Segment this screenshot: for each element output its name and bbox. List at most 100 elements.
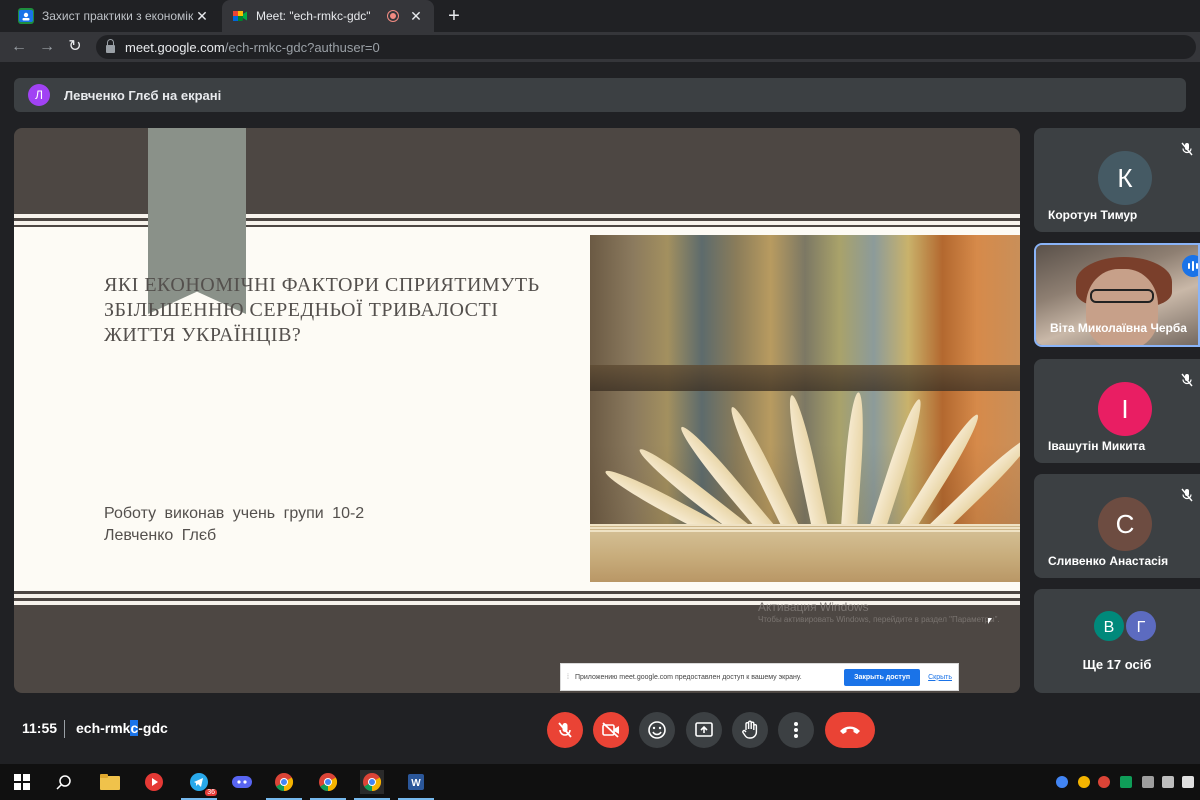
participant-tile[interactable]: С Сливенко Анастасія [1034,474,1200,578]
chrome-icon[interactable] [354,770,390,800]
book-base [590,524,1020,582]
tray-chrome-icon[interactable] [1056,776,1068,788]
watermark-title: Активация Windows [758,600,869,614]
tray-notification-icon[interactable] [1182,776,1194,788]
participant-tile-active[interactable]: Віта Миколаївна Черба [1034,243,1200,347]
more-participants-avatars: В Г [1092,609,1172,643]
raise-hand-button[interactable] [732,712,768,748]
presenting-text: Левченко Глєб на екрані [64,87,222,103]
classroom-icon [18,8,34,24]
reactions-button[interactable] [639,712,675,748]
tray-network-icon[interactable] [1078,776,1090,788]
meeting-time: 11:55 [22,720,58,736]
shared-screen: ЯКІ ЕКОНОМІЧНІ ФАКТОРИ СПРИЯТИМУТЬ ЗБІЛЬ… [14,128,1020,693]
more-options-icon [794,722,798,738]
share-message: Приложению meet.google.com предоставлен … [574,673,802,681]
search-icon[interactable] [52,770,76,794]
presenting-banner: Л Левченко Глєб на екрані [14,78,1186,112]
address-bar[interactable]: meet.google.com/ech-rmkc-gdc?authuser=0 [96,35,1196,59]
more-participants-tile[interactable]: В Г Ще 17 осіб [1034,589,1200,693]
browser-toolbar: ← → ↻ meet.google.com/ech-rmkc-gdc?authu… [0,32,1200,62]
meeting-code-part: ech-rmk [76,720,131,736]
recording-indicator-icon [388,11,398,21]
tray-app-icon[interactable] [1098,776,1110,788]
mouse-cursor-icon [988,618,992,624]
meet-icon [232,8,248,24]
participant-name: Сливенко Анастасія [1048,554,1169,568]
chrome-icon[interactable] [266,770,302,800]
bookshelf-decoration [590,365,1020,391]
mic-off-icon [1181,142,1193,156]
speaking-indicator-icon [1182,255,1198,277]
tab-classroom[interactable]: Захист практики з економіки ✕ [8,0,220,32]
forward-arrow-icon[interactable]: → [36,36,58,58]
file-explorer-icon[interactable] [98,770,122,794]
notification-badge: 36 [205,789,217,796]
discord-icon[interactable] [230,770,254,794]
slide-author-name: Левченко Глєб [104,527,217,544]
new-tab-button[interactable]: + [442,4,466,28]
screen-share-notification: ⁞ Приложению meet.google.com предоставле… [560,663,959,691]
leave-call-button[interactable] [825,712,875,748]
tray-nvidia-icon[interactable] [1120,776,1132,788]
video-person-glasses [1090,289,1154,303]
book-page [840,391,867,543]
mic-off-icon [558,722,572,738]
mic-off-icon [1181,488,1193,502]
avatar: С [1098,497,1152,551]
url-path: /ech-rmkc-gdc?authuser=0 [224,39,380,55]
browser-tab-bar: Захист практики з економіки ✕ Meet: "ech… [0,0,1200,32]
avatar: К [1098,151,1152,205]
slide-author-line: Роботу виконав учень групи 10-2 [104,505,365,522]
watermark-text: Чтобы активировать Windows, перейдите в … [758,615,1000,624]
emoji-icon [648,721,666,739]
meeting-code-part: -gdc [138,720,168,736]
windows-start-icon[interactable] [10,770,34,794]
present-now-button[interactable] [686,712,722,748]
more-participants-label: Ще 17 осіб [1082,657,1152,672]
video-person-face [1086,269,1158,345]
participant-tile[interactable]: І Івашутін Микита [1034,359,1200,463]
back-arrow-icon[interactable]: ← [8,36,30,58]
participant-name: Коротун Тимур [1048,208,1138,222]
avatar: Г [1124,609,1158,643]
participant-name: Івашутін Микита [1048,439,1146,453]
reload-icon[interactable]: ↻ [64,36,86,58]
slide-stripe [14,594,1020,598]
tab-title: Захист практики з економіки [42,9,194,23]
youtube-icon[interactable] [142,770,166,794]
stop-sharing-button[interactable]: Закрыть доступ [844,668,921,686]
toggle-camera-button[interactable] [593,712,629,748]
tray-qr-icon[interactable] [1162,776,1174,788]
divider [64,720,65,738]
participant-name: Віта Миколаївна Черба [1050,321,1187,335]
telegram-icon[interactable]: 36 [181,770,217,800]
mic-off-icon [1181,373,1193,387]
meeting-code: ech-rmkc-gdc [76,720,168,736]
present-icon [695,722,713,737]
tray-keyboard-icon[interactable] [1142,776,1154,788]
more-options-button[interactable] [778,712,814,748]
windows-activation-watermark: Активация Windows Чтобы активировать Win… [758,600,1008,626]
open-book-image [590,235,1020,582]
avatar: Л [28,84,50,106]
toggle-mic-button[interactable] [547,712,583,748]
end-call-icon [840,726,860,734]
windows-taskbar: 36 W [0,764,1200,800]
word-icon[interactable]: W [398,770,434,800]
avatar: І [1098,382,1152,436]
url-host: meet.google.com [125,39,225,55]
raise-hand-icon [742,720,758,739]
close-icon[interactable]: ✕ [408,8,424,25]
lock-icon [106,39,115,53]
close-icon[interactable]: ✕ [194,8,210,25]
participant-tile[interactable]: К Коротун Тимур [1034,128,1200,232]
hide-link[interactable]: Скрыть [928,674,952,681]
avatar: В [1092,609,1126,643]
slide-title: ЯКІ ЕКОНОМІЧНІ ФАКТОРИ СПРИЯТИМУТЬ ЗБІЛЬ… [104,274,540,346]
drag-handle-icon[interactable]: ⁞ [567,674,569,681]
svg-text:W: W [411,778,421,789]
meeting-control-bar: 11:55 ech-rmkc-gdc [0,700,1200,760]
chrome-icon[interactable] [310,770,346,800]
tab-meet[interactable]: Meet: "ech-rmkc-gdc" ✕ [222,0,434,32]
